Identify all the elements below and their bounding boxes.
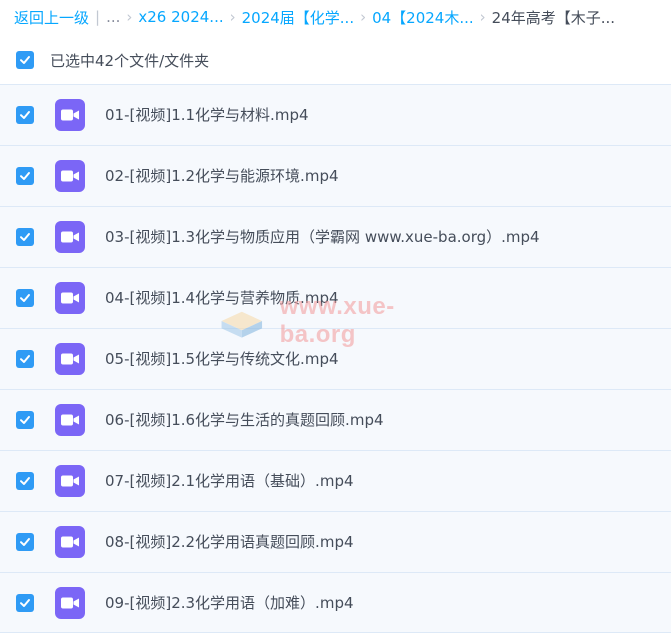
file-checkbox[interactable] bbox=[16, 289, 34, 307]
file-row[interactable]: 05-[视频]1.5化学与传统文化.mp4 bbox=[0, 328, 671, 389]
file-checkbox[interactable] bbox=[16, 472, 34, 490]
file-row[interactable]: 03-[视频]1.3化学与物质应用（学霸网 www.xue-ba.org）.mp… bbox=[0, 206, 671, 267]
checkmark-icon bbox=[20, 416, 30, 424]
breadcrumb-item[interactable]: 04【2024木... bbox=[372, 7, 474, 28]
file-row[interactable]: 02-[视频]1.2化学与能源环境.mp4 bbox=[0, 145, 671, 206]
file-checkbox[interactable] bbox=[16, 594, 34, 612]
selection-count-label: 已选中42个文件/文件夹 bbox=[50, 51, 210, 70]
checkmark-icon bbox=[20, 56, 30, 64]
breadcrumb-item[interactable]: 2024届【化学... bbox=[242, 7, 354, 28]
file-name[interactable]: 08-[视频]2.2化学用语真题回顾.mp4 bbox=[105, 512, 354, 573]
breadcrumb: 返回上一级 | ... › x26 2024... › 2024届【化学... … bbox=[0, 0, 671, 34]
file-checkbox[interactable] bbox=[16, 228, 34, 246]
back-link[interactable]: 返回上一级 bbox=[14, 7, 89, 28]
checkmark-icon bbox=[20, 233, 30, 241]
file-name[interactable]: 01-[视频]1.1化学与材料.mp4 bbox=[105, 85, 309, 146]
video-file-icon bbox=[55, 526, 85, 558]
file-checkbox[interactable] bbox=[16, 411, 34, 429]
file-name[interactable]: 09-[视频]2.3化学用语（加难）.mp4 bbox=[105, 573, 354, 634]
file-checkbox[interactable] bbox=[16, 106, 34, 124]
file-row[interactable]: 06-[视频]1.6化学与生活的真题回顾.mp4 bbox=[0, 389, 671, 450]
breadcrumb-separator: | bbox=[95, 8, 101, 26]
video-file-icon bbox=[55, 343, 85, 375]
file-name[interactable]: 02-[视频]1.2化学与能源环境.mp4 bbox=[105, 146, 339, 207]
checkmark-icon bbox=[20, 477, 30, 485]
file-name[interactable]: 04-[视频]1.4化学与营养物质.mp4 bbox=[105, 268, 339, 329]
file-row[interactable]: 08-[视频]2.2化学用语真题回顾.mp4 bbox=[0, 511, 671, 572]
breadcrumb-ellipsis[interactable]: ... bbox=[106, 8, 120, 26]
video-file-icon bbox=[55, 404, 85, 436]
video-file-icon bbox=[55, 160, 85, 192]
checkmark-icon bbox=[20, 538, 30, 546]
file-checkbox[interactable] bbox=[16, 350, 34, 368]
breadcrumb-item[interactable]: x26 2024... bbox=[138, 8, 223, 26]
file-row[interactable]: 04-[视频]1.4化学与营养物质.mp4 bbox=[0, 267, 671, 328]
file-name[interactable]: 06-[视频]1.6化学与生活的真题回顾.mp4 bbox=[105, 390, 384, 451]
video-file-icon bbox=[55, 282, 85, 314]
breadcrumb-chevron-icon: › bbox=[229, 8, 236, 26]
file-list: 01-[视频]1.1化学与材料.mp4 02-[视频]1.2化学与能源环境.mp4… bbox=[0, 84, 671, 633]
breadcrumb-chevron-icon: › bbox=[360, 8, 367, 26]
checkmark-icon bbox=[20, 294, 30, 302]
checkmark-icon bbox=[20, 599, 30, 607]
breadcrumb-chevron-icon: › bbox=[479, 8, 486, 26]
file-name[interactable]: 05-[视频]1.5化学与传统文化.mp4 bbox=[105, 329, 339, 390]
video-file-icon bbox=[55, 587, 85, 619]
file-row[interactable]: 07-[视频]2.1化学用语（基础）.mp4 bbox=[0, 450, 671, 511]
file-name[interactable]: 07-[视频]2.1化学用语（基础）.mp4 bbox=[105, 451, 354, 512]
select-all-checkbox[interactable] bbox=[16, 51, 34, 69]
selection-bar: 已选中42个文件/文件夹 bbox=[0, 38, 671, 82]
breadcrumb-chevron-icon: › bbox=[126, 8, 133, 26]
checkmark-icon bbox=[20, 172, 30, 180]
file-checkbox[interactable] bbox=[16, 533, 34, 551]
file-name[interactable]: 03-[视频]1.3化学与物质应用（学霸网 www.xue-ba.org）.mp… bbox=[105, 207, 540, 268]
checkmark-icon bbox=[20, 111, 30, 119]
breadcrumb-current: 24年高考【木子... bbox=[491, 8, 616, 27]
file-row[interactable]: 01-[视频]1.1化学与材料.mp4 bbox=[0, 84, 671, 145]
video-file-icon bbox=[55, 99, 85, 131]
file-row[interactable]: 09-[视频]2.3化学用语（加难）.mp4 bbox=[0, 572, 671, 633]
video-file-icon bbox=[55, 465, 85, 497]
checkmark-icon bbox=[20, 355, 30, 363]
file-checkbox[interactable] bbox=[16, 167, 34, 185]
video-file-icon bbox=[55, 221, 85, 253]
